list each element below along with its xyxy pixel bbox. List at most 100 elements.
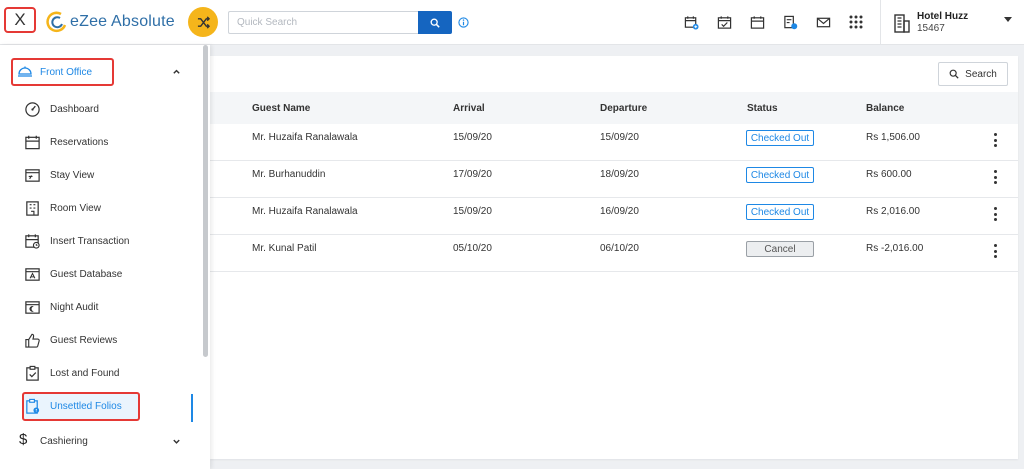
top-bar: X eZee Absolute Quick Search Hotel Huzz …	[0, 0, 1024, 45]
sidebar-group-front-office[interactable]: Front Office	[0, 58, 200, 88]
sidebar-group-label: Front Office	[40, 67, 93, 78]
quick-search-button[interactable]	[418, 11, 452, 34]
balance: Rs 2,016.00	[866, 206, 920, 217]
unsettled-folios-panel: Search Guest Name Arrival Departure Stat…	[210, 56, 1018, 459]
guest-name: Mr. Burhanuddin	[252, 169, 326, 180]
sidebar-group-cashiering[interactable]: $ Cashiering	[0, 430, 200, 454]
night-audit-icon	[25, 301, 40, 314]
reservation-icon[interactable]	[781, 13, 799, 31]
column-balance: Balance	[866, 103, 905, 114]
sidebar-item-dashboard[interactable]: Dashboard	[0, 93, 200, 126]
calendar-icon	[25, 135, 40, 150]
shuffle-button[interactable]	[188, 7, 218, 37]
departure-date: 18/09/20	[600, 169, 639, 180]
search-button-label: Search	[965, 68, 997, 80]
more-options-icon[interactable]	[990, 206, 1000, 222]
dashboard-icon	[25, 102, 40, 117]
status-badge: Checked Out	[746, 130, 814, 146]
status-badge: Checked Out	[746, 204, 814, 220]
table-header: Guest Name Arrival Departure Status Bala…	[210, 92, 1018, 124]
calendar-check-icon[interactable]	[715, 13, 733, 31]
arrival-date: 17/09/20	[453, 169, 492, 180]
info-icon[interactable]	[458, 17, 469, 28]
guest-name: Mr. Kunal Patil	[252, 243, 317, 254]
sidebar-item-label: Guest Database	[50, 269, 123, 280]
sidebar-item-lost-and-found[interactable]: Lost and Found	[0, 357, 200, 390]
arrival-date: 05/10/20	[453, 243, 492, 254]
quick-search-input[interactable]	[228, 11, 418, 34]
column-status: Status	[747, 103, 778, 114]
chevron-up-icon	[173, 69, 180, 74]
sidebar-item-label: Dashboard	[50, 104, 99, 115]
room-view-icon	[26, 201, 39, 216]
sidebar-item-label: Unsettled Folios	[50, 401, 122, 412]
chevron-down-icon	[173, 439, 180, 444]
search-icon	[949, 69, 959, 79]
sidebar-item-reservations[interactable]: Reservations	[0, 126, 200, 159]
status-badge: Cancel	[746, 241, 814, 257]
column-arrival: Arrival	[453, 103, 485, 114]
arrival-date: 15/09/20	[453, 132, 492, 143]
column-guest-name: Guest Name	[252, 103, 311, 114]
departure-date: 06/10/20	[600, 243, 639, 254]
close-menu-button[interactable]: X	[4, 7, 36, 33]
sidebar-item-label: Stay View	[50, 170, 95, 181]
table-row[interactable]: Mr. Burhanuddin 17/09/20 18/09/20 Checke…	[210, 161, 1018, 198]
hotel-id: 15467	[917, 22, 945, 34]
sidebar-group-label: Cashiering	[40, 436, 88, 447]
sidebar-item-room-view[interactable]: Room View	[0, 192, 200, 225]
balance: Rs -2,016.00	[866, 243, 924, 254]
sidebar-item-guest-reviews[interactable]: Guest Reviews	[0, 324, 200, 357]
app-name: eZee Absolute	[70, 13, 175, 30]
arrival-date: 15/09/20	[453, 206, 492, 217]
lost-found-icon	[26, 365, 39, 381]
search-button[interactable]: Search	[938, 62, 1008, 86]
stay-view-icon	[25, 169, 40, 182]
quick-search	[228, 11, 452, 34]
app-logo[interactable]: eZee Absolute	[46, 11, 175, 33]
status-badge: Checked Out	[746, 167, 814, 183]
transaction-icon	[25, 234, 40, 249]
sidebar-item-label: Guest Reviews	[50, 335, 118, 346]
sidebar-scrollbar[interactable]	[203, 45, 208, 357]
dollar-icon: $	[19, 431, 28, 448]
top-icon-bar	[682, 13, 880, 31]
sidebar-item-night-audit[interactable]: Night Audit	[0, 291, 200, 324]
balance: Rs 600.00	[866, 169, 912, 180]
guest-database-icon	[25, 268, 40, 281]
guest-name: Mr. Huzaifa Ranalawala	[252, 132, 358, 143]
folio-icon	[26, 398, 40, 414]
sidebar: Front Office Dashboard Reservations Stay…	[0, 45, 210, 469]
sidebar-item-stay-view[interactable]: Stay View	[0, 159, 200, 192]
building-icon	[894, 13, 910, 33]
table-row[interactable]: Mr. Huzaifa Ranalawala 15/09/20 15/09/20…	[210, 124, 1018, 161]
table-row[interactable]: Mr. Kunal Patil 05/10/20 06/10/20 Cancel…	[210, 235, 1018, 272]
balance: Rs 1,506.00	[866, 132, 920, 143]
calendar-icon[interactable]	[748, 13, 766, 31]
close-label: X	[14, 10, 26, 29]
cloche-icon	[18, 66, 32, 77]
calendar-add-icon[interactable]	[682, 13, 700, 31]
column-departure: Departure	[600, 103, 648, 114]
apps-grid-icon[interactable]	[847, 13, 865, 31]
sidebar-item-unsettled-folios[interactable]: Unsettled Folios	[0, 390, 200, 423]
more-options-icon[interactable]	[990, 132, 1000, 148]
guest-name: Mr. Huzaifa Ranalawala	[252, 206, 358, 217]
departure-date: 15/09/20	[600, 132, 639, 143]
sidebar-item-label: Insert Transaction	[50, 236, 130, 247]
search-icon	[430, 18, 440, 28]
table-row[interactable]: Mr. Huzaifa Ranalawala 15/09/20 16/09/20…	[210, 198, 1018, 235]
sidebar-item-label: Night Audit	[50, 302, 99, 313]
more-options-icon[interactable]	[990, 243, 1000, 259]
departure-date: 16/09/20	[600, 206, 639, 217]
sidebar-item-insert-transaction[interactable]: Insert Transaction	[0, 225, 200, 258]
thumbs-up-icon	[25, 333, 40, 348]
sidebar-item-label: Room View	[50, 203, 101, 214]
hotel-selector[interactable]: Hotel Huzz 15467	[880, 0, 1024, 45]
more-options-icon[interactable]	[990, 169, 1000, 185]
sidebar-item-label: Lost and Found	[50, 368, 120, 379]
sidebar-item-guest-database[interactable]: Guest Database	[0, 258, 200, 291]
mail-icon[interactable]	[814, 13, 832, 31]
ezee-logo-icon	[46, 11, 67, 33]
caret-down-icon	[1004, 17, 1012, 22]
